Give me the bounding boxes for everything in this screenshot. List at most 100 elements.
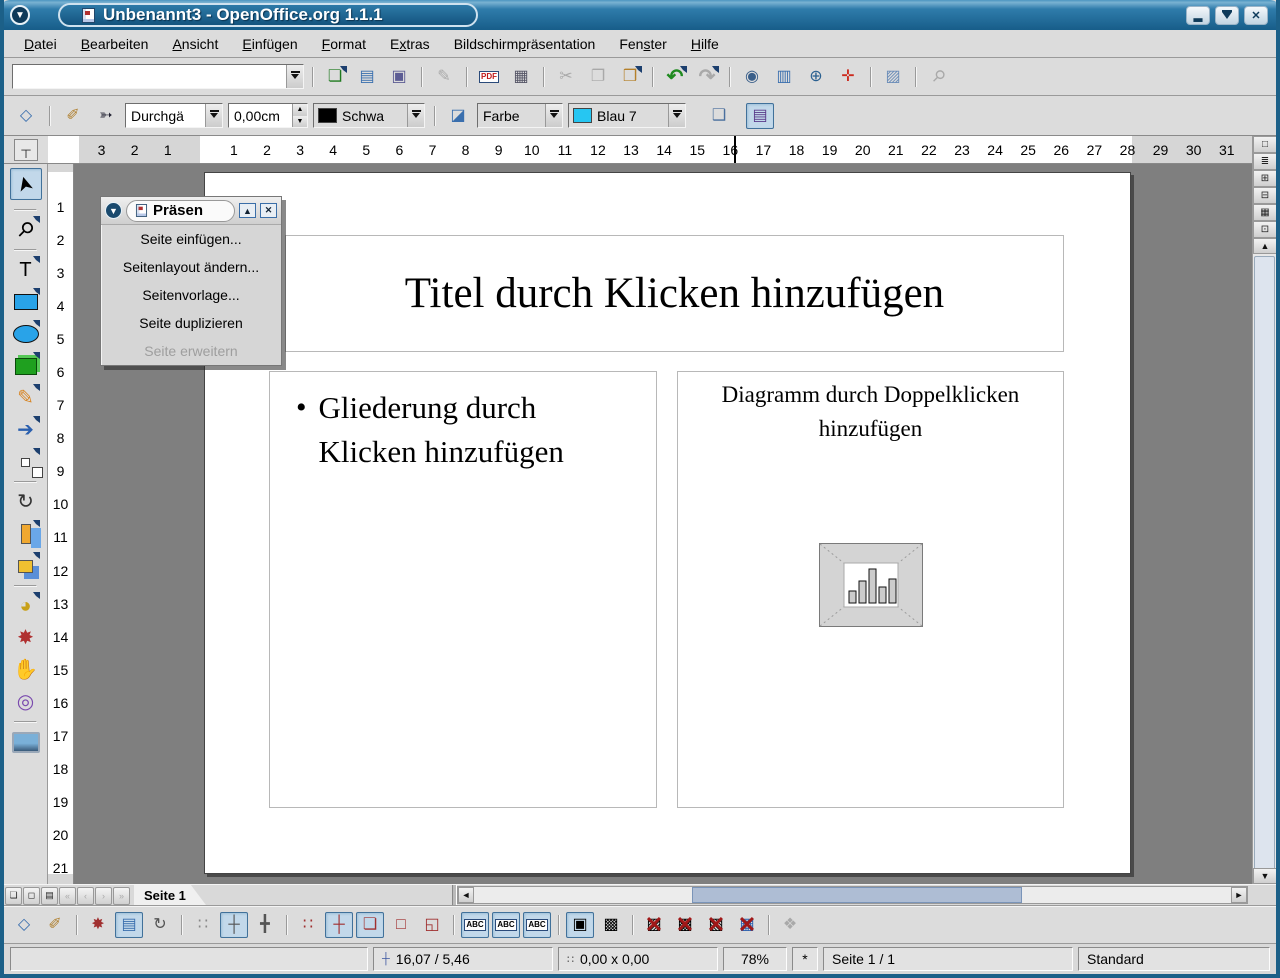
palette-item-seitenlayout-aendern[interactable]: Seitenlayout ändern... bbox=[101, 253, 281, 281]
allow-effects-button[interactable]: ✸ bbox=[84, 912, 112, 938]
vertical-scroll-thumb[interactable] bbox=[1254, 256, 1275, 870]
fill-color-dropdown[interactable] bbox=[668, 104, 685, 127]
guides-visible-button[interactable]: ┼ bbox=[220, 912, 248, 938]
paste-button[interactable]: ❒ bbox=[616, 64, 644, 90]
line-color-combo[interactable]: Schwa bbox=[313, 103, 425, 128]
vertical-scrollbar[interactable]: □≣⊞⊟▦⊡ ▲ ▼ bbox=[1252, 136, 1276, 884]
scroll-down-button[interactable]: ▼ bbox=[1253, 868, 1277, 884]
contour-mode-button[interactable]: ▩ bbox=[671, 912, 699, 938]
palette-item-seite-duplizieren[interactable]: Seite duplizieren bbox=[101, 309, 281, 337]
snap-to-guides-button[interactable]: ┼ bbox=[325, 912, 353, 938]
insert-image-button[interactable]: ▨ bbox=[879, 64, 907, 90]
rotation-mode-button[interactable]: ✐ bbox=[41, 912, 69, 938]
page-tab[interactable]: Seite 1 bbox=[134, 885, 206, 905]
connector-tool[interactable] bbox=[10, 446, 42, 478]
url-dropdown-button[interactable] bbox=[286, 65, 303, 88]
arrange-tool[interactable] bbox=[10, 550, 42, 582]
close-button[interactable]: ✕ bbox=[1244, 6, 1268, 25]
print-button[interactable]: ▦ bbox=[507, 64, 535, 90]
insert-tool[interactable]: ◕ bbox=[10, 590, 42, 622]
scroll-left-button[interactable]: ◄ bbox=[458, 887, 474, 903]
minimize-button[interactable]: ▂ bbox=[1186, 6, 1210, 25]
vertical-ruler[interactable]: 123456789101112131415161718192021 bbox=[48, 164, 74, 884]
shadow-button[interactable]: ❑ bbox=[705, 103, 733, 129]
layer-mode-button[interactable]: ▤ bbox=[41, 887, 58, 905]
picture-placeholder-button[interactable]: ▨ bbox=[640, 912, 668, 938]
quick-edit-button[interactable]: ABC bbox=[461, 912, 489, 938]
rotate-on-click-button[interactable]: ↻ bbox=[146, 912, 174, 938]
slide-page[interactable]: Titel durch Klicken hinzufügen • Glieder… bbox=[204, 172, 1131, 874]
simple-handling-button[interactable]: ▤ bbox=[115, 912, 143, 938]
arrow-style-button[interactable]: ➳ bbox=[92, 103, 120, 129]
handout-view-button[interactable]: ▦ bbox=[1253, 204, 1277, 221]
palette-item-seitenvorlage[interactable]: Seitenvorlage... bbox=[101, 281, 281, 309]
spin-up-icon[interactable]: ▲ bbox=[293, 104, 307, 116]
chart-placeholder[interactable]: Diagramm durch Doppelklicken hinzufügen bbox=[677, 371, 1064, 808]
zoom-page-button[interactable]: ✛ bbox=[834, 64, 862, 90]
alignment-tool[interactable] bbox=[10, 518, 42, 550]
menu-hilfe[interactable]: Hilfe bbox=[679, 32, 731, 56]
rotate-tool[interactable]: ↻ bbox=[10, 486, 42, 518]
text-placeholder-button[interactable]: ▧ bbox=[702, 912, 730, 938]
line-style-dropdown[interactable] bbox=[205, 104, 222, 127]
title-placeholder[interactable]: Titel durch Klicken hinzufügen bbox=[285, 235, 1064, 352]
slides-view-button[interactable]: ⊞ bbox=[1253, 170, 1277, 187]
simple-handles-button[interactable]: ▣ bbox=[566, 912, 594, 938]
palette-rollup-button[interactable]: ▲ bbox=[239, 203, 256, 218]
rectangle-tool[interactable] bbox=[10, 286, 42, 318]
navigator-button[interactable]: ◉ bbox=[738, 64, 766, 90]
window-menu-button[interactable]: ▼ bbox=[10, 5, 30, 25]
outline-placeholder[interactable]: • Gliederung durch Klicken hinzufügen bbox=[269, 371, 657, 808]
notes-view-button[interactable]: ⊟ bbox=[1253, 187, 1277, 204]
maximize-button[interactable] bbox=[1215, 6, 1239, 25]
page-mode-button[interactable]: ❏ bbox=[5, 887, 22, 905]
3d-effects-tool[interactable]: ◎ bbox=[10, 686, 42, 718]
menu-einfuegen[interactable]: Einfügen bbox=[230, 32, 309, 56]
start-presentation-button[interactable]: ⊡ bbox=[1253, 221, 1277, 238]
line-width-spinner[interactable]: 0,00cm ▲▼ bbox=[228, 103, 308, 128]
fill-style-combo[interactable]: Farbe bbox=[477, 103, 563, 128]
select-text-area-button[interactable]: ABC bbox=[492, 912, 520, 938]
save-button[interactable]: ▣ bbox=[385, 64, 413, 90]
menu-ansicht[interactable]: Ansicht bbox=[160, 32, 230, 56]
horizontal-ruler[interactable]: 3211234567891011121314151617181920212223… bbox=[48, 136, 1256, 164]
menu-format[interactable]: Format bbox=[310, 32, 378, 56]
animation-effects-tool[interactable]: ✸ bbox=[10, 622, 42, 654]
snap-to-border-button[interactable]: □ bbox=[387, 912, 415, 938]
zoom-tool[interactable]: ⚲ bbox=[10, 214, 42, 246]
horizontal-scroll-thumb[interactable] bbox=[692, 887, 1022, 903]
curve-tool[interactable]: ✎ bbox=[10, 382, 42, 414]
line-contour-button[interactable]: ▦ bbox=[733, 912, 761, 938]
fill-style-dropdown[interactable] bbox=[545, 104, 562, 127]
line-style-combo[interactable]: Durchgä bbox=[125, 103, 223, 128]
gallery-button[interactable]: ⊕ bbox=[802, 64, 830, 90]
line-color-dropdown[interactable] bbox=[407, 104, 424, 127]
presentation-tool[interactable] bbox=[10, 726, 42, 758]
palette-titlebar[interactable]: ▼ Präsen ▲ ✕ bbox=[101, 197, 281, 225]
drawing-view-button[interactable]: □ bbox=[1253, 136, 1277, 153]
status-style-cell[interactable]: Standard bbox=[1078, 947, 1270, 971]
edit-points-button[interactable]: ◇ bbox=[10, 912, 38, 938]
scroll-up-button[interactable]: ▲ bbox=[1253, 238, 1277, 254]
palette-close-button[interactable]: ✕ bbox=[260, 203, 277, 218]
line-dialog-button[interactable]: ✐ bbox=[59, 103, 87, 129]
snap-to-points-button[interactable]: ◱ bbox=[418, 912, 446, 938]
horizontal-scrollbar[interactable]: ◄ ► bbox=[457, 886, 1248, 904]
palette-menu-button[interactable]: ▼ bbox=[105, 202, 122, 219]
spin-down-icon[interactable]: ▼ bbox=[293, 116, 307, 128]
url-input[interactable] bbox=[13, 65, 286, 88]
ruler-origin-box[interactable]: ┬ bbox=[4, 136, 48, 164]
outline-view-button[interactable]: ≣ bbox=[1253, 153, 1277, 170]
large-handles-button[interactable]: ▩ bbox=[597, 912, 625, 938]
guides-front-button[interactable]: ╋ bbox=[251, 912, 279, 938]
status-zoom-cell[interactable]: 78% bbox=[723, 947, 787, 971]
presentation-box-toggle[interactable]: ▤ bbox=[746, 103, 774, 129]
menu-extras[interactable]: Extras bbox=[378, 32, 442, 56]
chart-placeholder-icon[interactable] bbox=[819, 543, 923, 627]
open-button[interactable]: ▤ bbox=[353, 64, 381, 90]
grid-visible-button[interactable]: ∷ bbox=[189, 912, 217, 938]
menu-fenster[interactable]: Fenster bbox=[607, 32, 678, 56]
spinner-buttons[interactable]: ▲▼ bbox=[292, 104, 307, 127]
master-mode-button[interactable]: ◻ bbox=[23, 887, 40, 905]
lines-arrows-tool[interactable]: ➔ bbox=[10, 414, 42, 446]
